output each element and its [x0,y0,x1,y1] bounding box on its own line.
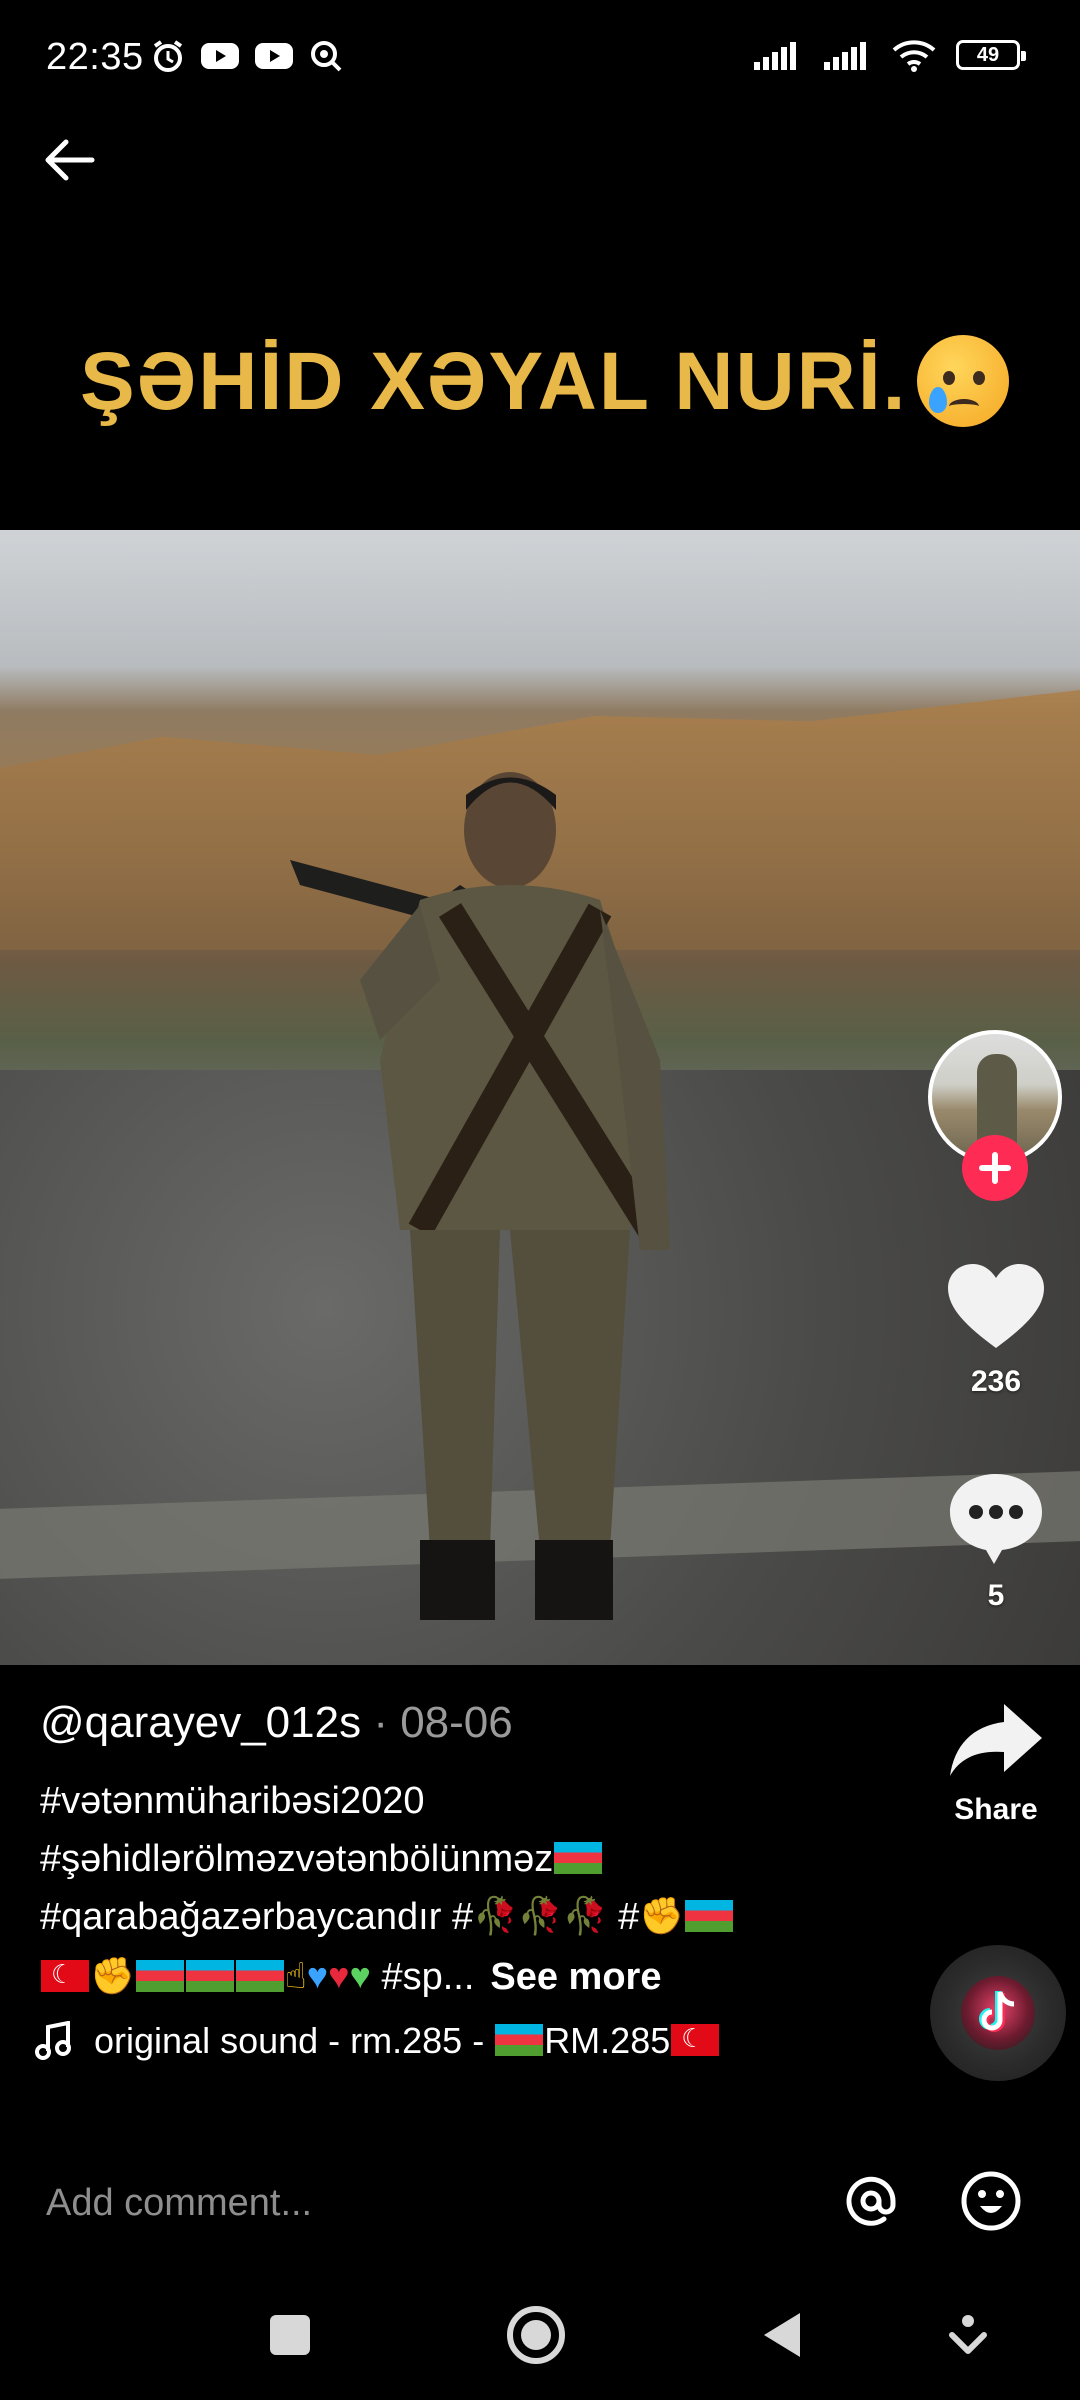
comment-button[interactable]: 5 [926,1470,1066,1613]
back-button[interactable] [722,2270,842,2400]
azerbaijan-flag-icon [554,1841,603,1874]
recents-button[interactable] [230,2270,350,2400]
home-button[interactable] [476,2270,596,2400]
author-username[interactable]: @qarayev_012s [40,1698,361,1747]
comment-count: 5 [987,1579,1005,1612]
video-soldier-figure [290,772,670,1620]
video-overlay-title: ŞƏHİD XƏYAL NURİ. [80,335,1010,433]
status-bar: 22:35 49 [0,0,1080,120]
azerbaijan-flag-icon [685,1899,734,1932]
index-pointing-up-icon: ☝ [284,1954,307,1996]
like-button[interactable]: 236 [926,1262,1066,1399]
caption-line-1: #vətənmüharibəsi2020 [40,1772,840,1830]
azerbaijan-flag-icon [135,1959,184,1992]
hide-nav-button[interactable] [908,2270,1028,2400]
sound-name-part: RM.285 [544,2020,671,2061]
heart-icon [948,1264,1044,1348]
green-heart-icon: ♥ [349,1954,371,1996]
hashtag[interactable]: #şəhidlərölməzvətənbölünməz [40,1838,553,1880]
author-line: @qarayev_012s · 08-06 [40,1698,513,1748]
post-caption: #vətənmüharibəsi2020 #şəhidlərölməzvətən… [40,1772,840,2008]
hashtag[interactable]: #qarabağazərbaycandır # [40,1896,473,1938]
circle-home-icon [507,2306,565,2364]
wilted-rose-icon: 🥀 [517,1894,563,1936]
hashtag[interactable]: #sp... [381,1956,474,1998]
system-icons: 49 [752,38,1026,72]
caption-line-4: ✊☝♥♥♥ #sp...See more [40,1948,840,2008]
alarm-icon [153,40,183,72]
blue-heart-icon: ♥ [306,1954,329,1996]
crying-face-icon [917,335,1010,428]
youtube-icon [255,43,293,69]
caption-line-2: #şəhidlərölməzvətənbölünməz [40,1830,840,1888]
signal-icon [824,42,866,70]
post-date: · 08-06 [373,1698,513,1747]
mention-at-icon[interactable] [838,2168,904,2234]
caption-line-3: #qarabağazərbaycandır #🥀🥀🥀 #✊ [40,1888,840,1948]
raised-fist-icon: ✊ [639,1894,685,1936]
system-nav-bar [0,2270,1080,2400]
raised-fist-icon: ✊ [90,1954,135,1996]
youtube-icon [201,43,239,69]
chevron-down-icon [949,2315,987,2354]
comment-input[interactable] [44,2174,808,2232]
share-label: Share [954,1793,1038,1826]
notification-icons [150,38,344,74]
wilted-rose-icon: 🥀 [562,1894,608,1936]
video-overlay-title-text: ŞƏHİD XƏYAL NURİ. [80,336,908,427]
search-notification-icon [311,41,342,72]
red-heart-icon: ♥ [328,1954,350,1996]
square-icon [270,2315,310,2355]
plus-icon [979,1152,1011,1184]
wilted-rose-icon: 🥀 [473,1894,518,1936]
azerbaijan-flag-icon [235,1959,284,1992]
music-disc[interactable] [930,1945,1066,2081]
see-more-link[interactable]: See more [490,1956,661,1998]
sound-name: original sound - rm.285 - RM.285 [94,2020,720,2062]
share-arrow-icon [950,1704,1042,1776]
azerbaijan-flag-icon [495,2024,544,2057]
wifi-icon [892,40,936,72]
signal-icon [754,42,796,70]
azerbaijan-flag-icon [185,1959,234,1992]
battery-icon: 49 [956,40,1026,70]
like-count: 236 [970,1365,1022,1398]
turkey-flag-icon [671,2022,720,2057]
comment-bubble-icon [950,1474,1042,1564]
music-note-icon [35,2021,71,2060]
tiktok-logo-icon [961,1976,1035,2050]
hashtag[interactable]: #vətənmüharibəsi2020 [40,1780,425,1822]
hashtag[interactable]: # [608,1896,639,1938]
comment-bar [0,2150,1080,2250]
emoji-icon[interactable] [958,2168,1024,2234]
sound-name-part: original sound - rm.285 - [94,2020,495,2061]
follow-button[interactable] [962,1135,1028,1201]
turkey-flag-icon [41,1958,89,1992]
triangle-back-icon [764,2313,800,2357]
share-button[interactable]: Share [926,1700,1066,1827]
sound-link[interactable]: original sound - rm.285 - RM.285 [34,2020,720,2062]
status-time: 22:35 [46,36,144,78]
video-player[interactable] [0,530,1080,1665]
back-arrow-icon[interactable] [40,130,100,190]
